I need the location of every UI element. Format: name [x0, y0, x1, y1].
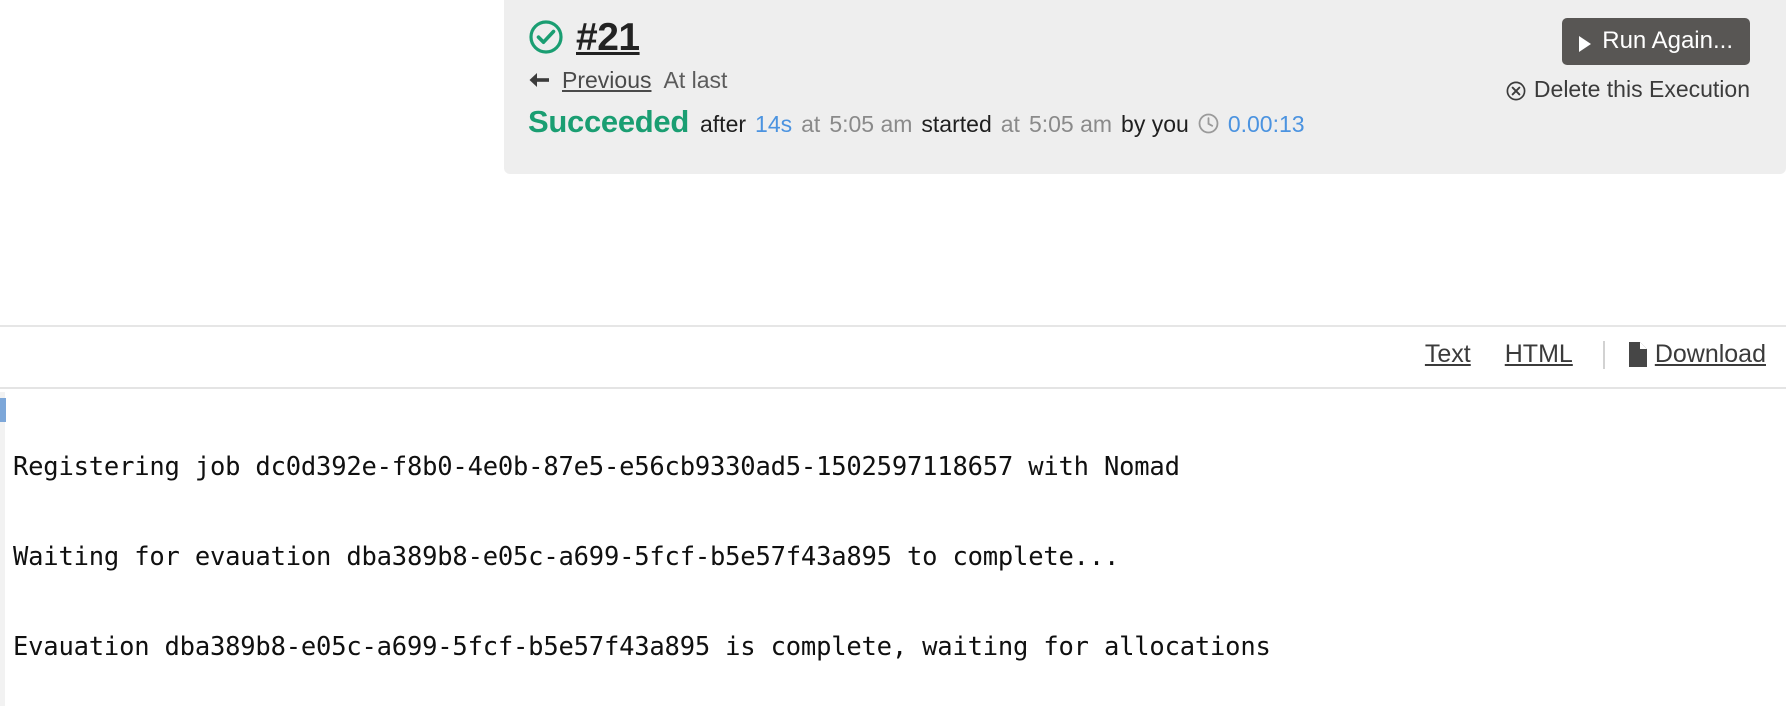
at-label-started: at — [1000, 111, 1020, 137]
toolbar-separator — [1602, 340, 1605, 369]
output-format-text[interactable]: Text — [1425, 340, 1471, 369]
at-label-finished: at — [801, 111, 821, 137]
arrow-left-icon — [528, 71, 550, 89]
output-section-divider — [0, 325, 1786, 327]
run-again-button[interactable]: Run Again... — [1562, 18, 1750, 65]
log-top-divider — [0, 387, 1786, 389]
execution-summary-panel: #21 Previous At last Succeeded after 14s… — [504, 0, 1786, 174]
finished-time: 5:05 am — [829, 111, 913, 137]
by-user-label: by you — [1121, 111, 1189, 137]
delete-execution-link[interactable]: Delete this Execution — [1506, 76, 1750, 103]
output-format-toolbar: Text HTML Download — [1391, 340, 1766, 369]
elapsed-time[interactable]: 0.00:13 — [1228, 111, 1305, 138]
download-button[interactable]: Download — [1627, 340, 1766, 369]
output-format-html[interactable]: HTML — [1505, 340, 1573, 369]
log-line: Waiting for evauation dba389b8-e05c-a699… — [13, 542, 1120, 572]
execution-status-row: Succeeded after 14s at 5:05 am started a… — [528, 104, 1750, 140]
execution-number[interactable]: #21 — [576, 18, 640, 57]
status-badge: Succeeded — [528, 104, 689, 139]
log-lines-container: Registering job dc0d392e-f8b0-4e0b-87e5-… — [13, 392, 1559, 706]
log-line: Evauation dba389b8-e05c-a699-5fcf-b5e57f… — [13, 632, 1271, 662]
started-time: 5:05 am — [1028, 111, 1113, 137]
run-again-label: Run Again... — [1602, 27, 1733, 54]
previous-execution-link[interactable]: Previous — [562, 67, 651, 94]
clock-icon — [1198, 113, 1219, 134]
file-icon — [1627, 341, 1648, 368]
log-output-pane[interactable]: Registering job dc0d392e-f8b0-4e0b-87e5-… — [0, 392, 1786, 706]
after-label: after — [700, 111, 747, 137]
play-icon — [1577, 32, 1593, 52]
check-circle-icon — [528, 19, 564, 55]
download-label: Download — [1654, 340, 1766, 368]
log-line: Registering job dc0d392e-f8b0-4e0b-87e5-… — [13, 452, 1180, 482]
delete-execution-label: Delete this Execution — [1533, 76, 1750, 102]
started-label: started — [921, 111, 992, 137]
log-cursor-marker — [0, 398, 6, 422]
x-circle-icon — [1506, 80, 1526, 100]
at-last-label: At last — [663, 66, 728, 93]
log-gutter — [0, 392, 5, 706]
duration-value[interactable]: 14s — [755, 111, 792, 138]
